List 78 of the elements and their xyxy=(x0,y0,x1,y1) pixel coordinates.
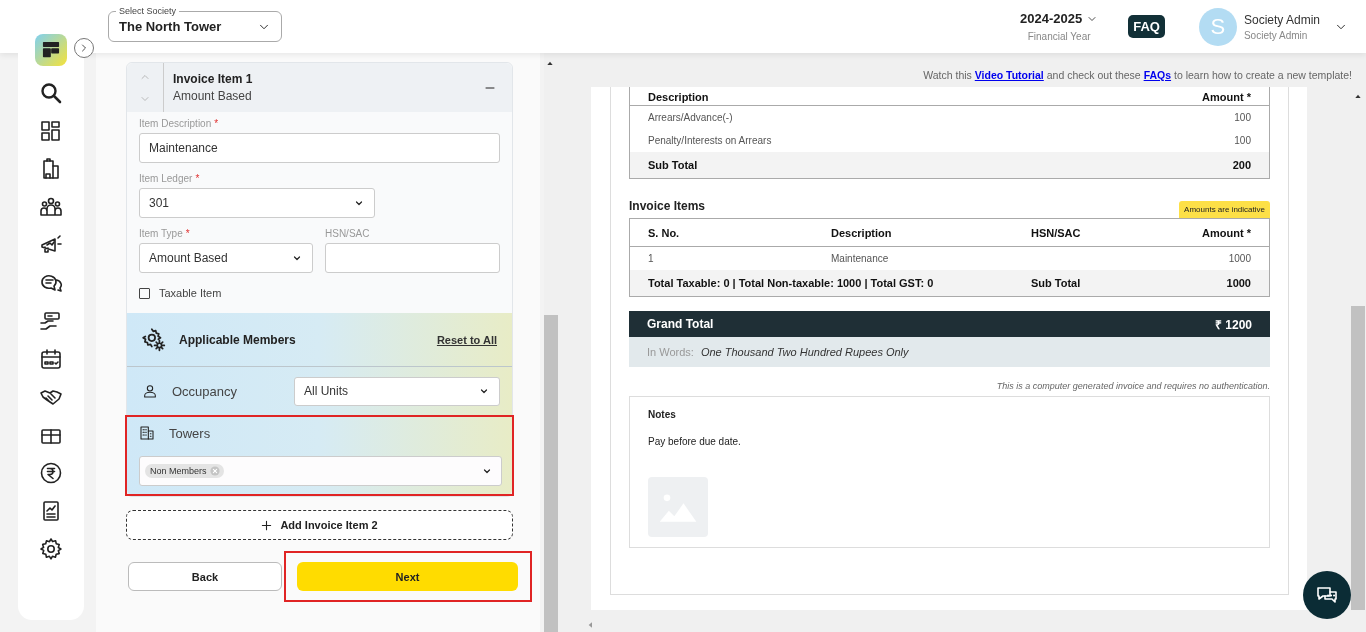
year-dropdown[interactable]: 2024-2025 xyxy=(1020,11,1099,26)
scroll-up-icon xyxy=(1354,92,1362,100)
plus-icon xyxy=(261,519,273,531)
user-role: Society Admin xyxy=(1243,29,1309,41)
video-tutorial-link[interactable]: Video Tutorial xyxy=(974,69,1044,81)
column-header: HSN/SAC xyxy=(1031,226,1082,239)
select-value: The North Tower xyxy=(119,19,222,34)
table-cell-text: Arrears/Advance(-) xyxy=(648,112,734,123)
select-field[interactable]: 301 xyxy=(139,188,375,218)
field-label: Select Society xyxy=(116,6,180,16)
column-header: S. No. xyxy=(648,226,681,239)
column-header: Amount * xyxy=(1202,91,1251,103)
disclaimer-text: This is a computer generated invoice and requires no authentication. xyxy=(995,381,1270,391)
table-cell: 100 xyxy=(1234,112,1251,123)
input-field[interactable] xyxy=(325,243,500,273)
rupee-coin-icon[interactable] xyxy=(39,461,63,485)
item-title: Invoice Item 1 xyxy=(173,72,254,86)
reset-link[interactable]: Reset to All xyxy=(436,333,497,346)
table-cell-text: 1000 xyxy=(1225,277,1251,289)
column-header: Amount * xyxy=(1201,226,1251,239)
dashboard-icon[interactable] xyxy=(39,119,63,143)
back-button[interactable]: Back xyxy=(128,562,282,591)
scroll-up-icon[interactable] xyxy=(546,59,554,67)
next-button[interactable]: Next xyxy=(297,562,518,591)
table-cell-text: Penalty/Interests on Arrears xyxy=(648,135,773,146)
checkbox[interactable] xyxy=(139,287,150,299)
table-cell-text: 1000 xyxy=(1227,253,1251,264)
table-cell-text: 1 xyxy=(648,253,655,264)
table-cell-text: Total Taxable: 0 | Total Non-taxable: 1000 | Total GST: 0 xyxy=(648,277,935,289)
scroll-left-icon xyxy=(586,621,594,629)
building-icon xyxy=(139,425,155,441)
table-cell: 100 xyxy=(1234,135,1251,146)
words-label: In Words: xyxy=(647,346,694,358)
faq-button[interactable]: FAQ xyxy=(1128,15,1165,38)
required-mark: * xyxy=(185,228,190,239)
total-label: Grand Total xyxy=(647,317,714,331)
field-label: Occupancy xyxy=(172,383,239,399)
notice-badge: Amounts are indicative xyxy=(1179,201,1270,218)
section-title: Invoice Items xyxy=(629,199,706,215)
table-cell-text: Sub Total xyxy=(648,159,699,171)
faqs-link[interactable]: FAQs xyxy=(1143,69,1172,81)
field-label: Item Type xyxy=(139,228,183,239)
select-field[interactable]: All Units xyxy=(294,376,500,406)
expand-sidebar-button[interactable] xyxy=(74,38,94,58)
year-caption: Financial Year xyxy=(1027,31,1091,42)
select-field[interactable]: Amount Based xyxy=(139,243,313,273)
search-icon[interactable] xyxy=(39,81,63,105)
settings-icon[interactable] xyxy=(39,537,63,561)
field-label: Towers xyxy=(169,425,211,441)
multi-select-field[interactable]: Non Members xyxy=(139,456,502,486)
total-value: ₹ 1200 xyxy=(1214,316,1252,333)
gears-icon xyxy=(141,326,167,353)
table-cell-text: Maintenance xyxy=(831,253,890,264)
add-item-button[interactable]: Add Invoice Item 2 xyxy=(126,510,513,540)
table-cell: 200 xyxy=(1232,159,1251,171)
person-icon xyxy=(142,383,158,399)
tag-chip[interactable]: Non Members xyxy=(145,464,224,478)
words-value: One Thousand Two Hundred Rupees Only xyxy=(700,346,909,358)
field-label: Item Description xyxy=(139,118,212,129)
table-cell-text: Sub Total xyxy=(1031,277,1082,289)
input-field[interactable]: Maintenance xyxy=(139,133,500,163)
notes-text: Pay before due date. xyxy=(648,436,741,447)
help-text: Watch this Video Tutorial and check out these FAQs to learn how to create a new template! xyxy=(922,69,1352,81)
field-label: HSN/SAC xyxy=(325,228,370,239)
column-header: Description xyxy=(648,91,710,103)
section-title: Applicable Members xyxy=(179,332,297,347)
calendar-icon[interactable] xyxy=(39,347,63,371)
user-avatar: S xyxy=(1198,7,1237,46)
field-label: Item Ledger xyxy=(139,173,193,184)
item-subtitle: Amount Based xyxy=(173,89,253,103)
people-icon[interactable] xyxy=(39,195,63,219)
user-name: Society Admin xyxy=(1243,12,1320,27)
notes-title: Notes xyxy=(648,409,676,420)
checkbox-label: Taxable Item xyxy=(159,287,222,299)
column-header: Description xyxy=(831,226,893,239)
required-mark: * xyxy=(214,118,219,129)
required-mark: * xyxy=(195,173,200,184)
app-logo[interactable] xyxy=(35,34,67,66)
